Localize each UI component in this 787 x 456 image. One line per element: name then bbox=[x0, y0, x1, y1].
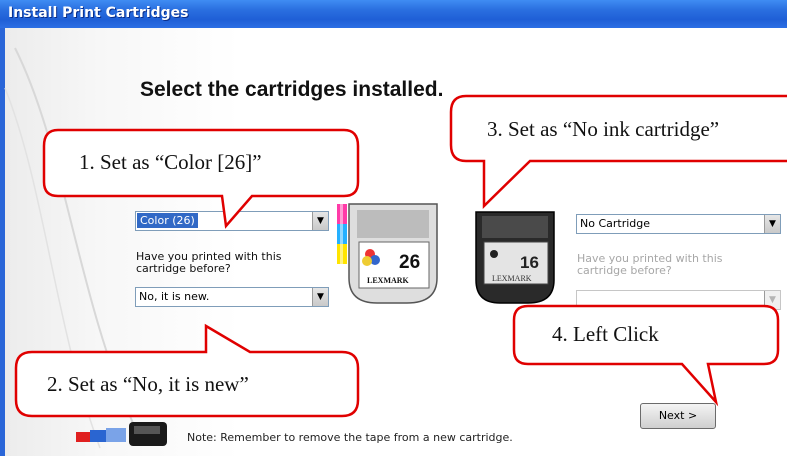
page-heading: Select the cartridges installed. bbox=[140, 78, 444, 101]
right-new-select: ▼ bbox=[576, 290, 781, 310]
right-cartridge-select[interactable]: No Cartridge ▼ bbox=[576, 214, 781, 234]
right-question-line2: cartridge before? bbox=[577, 264, 672, 277]
right-cartridge-select-value: No Cartridge bbox=[580, 217, 651, 230]
next-button[interactable]: Next > bbox=[640, 403, 716, 429]
window-title: Install Print Cartridges bbox=[8, 5, 189, 21]
color-cartridge-brand: LEXMARK bbox=[367, 276, 410, 285]
chevron-down-icon[interactable]: ▼ bbox=[312, 212, 328, 230]
black-cartridge-number: 16 bbox=[520, 253, 539, 272]
tape-note: Note: Remember to remove the tape from a… bbox=[187, 431, 513, 444]
chevron-down-icon: ▼ bbox=[764, 291, 780, 309]
cartridge-tape-icon bbox=[76, 422, 167, 446]
left-question-line2: cartridge before? bbox=[136, 262, 231, 275]
left-question-label: Have you printed with this cartridge bef… bbox=[136, 251, 282, 275]
title-bar[interactable]: Install Print Cartridges bbox=[0, 0, 787, 29]
install-cartridges-window: Install Print Cartridges Select the cart… bbox=[0, 0, 787, 456]
black-cartridge-image: 16 LEXMARK bbox=[475, 211, 555, 304]
callout-step2-text: 2. Set as “No, it is new” bbox=[47, 372, 249, 396]
left-new-select[interactable]: No, it is new. ▼ bbox=[135, 287, 329, 307]
right-question-label: Have you printed with this cartridge bef… bbox=[577, 253, 723, 277]
callout-step3-label: 3. Set as “No ink cartridge” bbox=[487, 117, 720, 141]
left-cartridge-select[interactable]: Color (26) ▼ bbox=[135, 211, 329, 231]
chevron-down-icon[interactable]: ▼ bbox=[764, 215, 780, 233]
left-new-select-value: No, it is new. bbox=[139, 290, 210, 303]
chevron-down-icon[interactable]: ▼ bbox=[312, 288, 328, 306]
callout-step1-text: 1. Set as “Color [26]” bbox=[79, 150, 262, 174]
color-cartridge-image: 26 LEXMARK bbox=[337, 203, 438, 304]
left-cartridge-select-value: Color (26) bbox=[137, 213, 198, 228]
callout-step4-text: 4. Left Click bbox=[552, 322, 659, 346]
callout-step3-text: 3. Set as “No ink cartridge” bbox=[487, 117, 783, 142]
black-cartridge-brand: LEXMARK bbox=[492, 274, 532, 283]
color-cartridge-number: 26 bbox=[399, 252, 420, 273]
